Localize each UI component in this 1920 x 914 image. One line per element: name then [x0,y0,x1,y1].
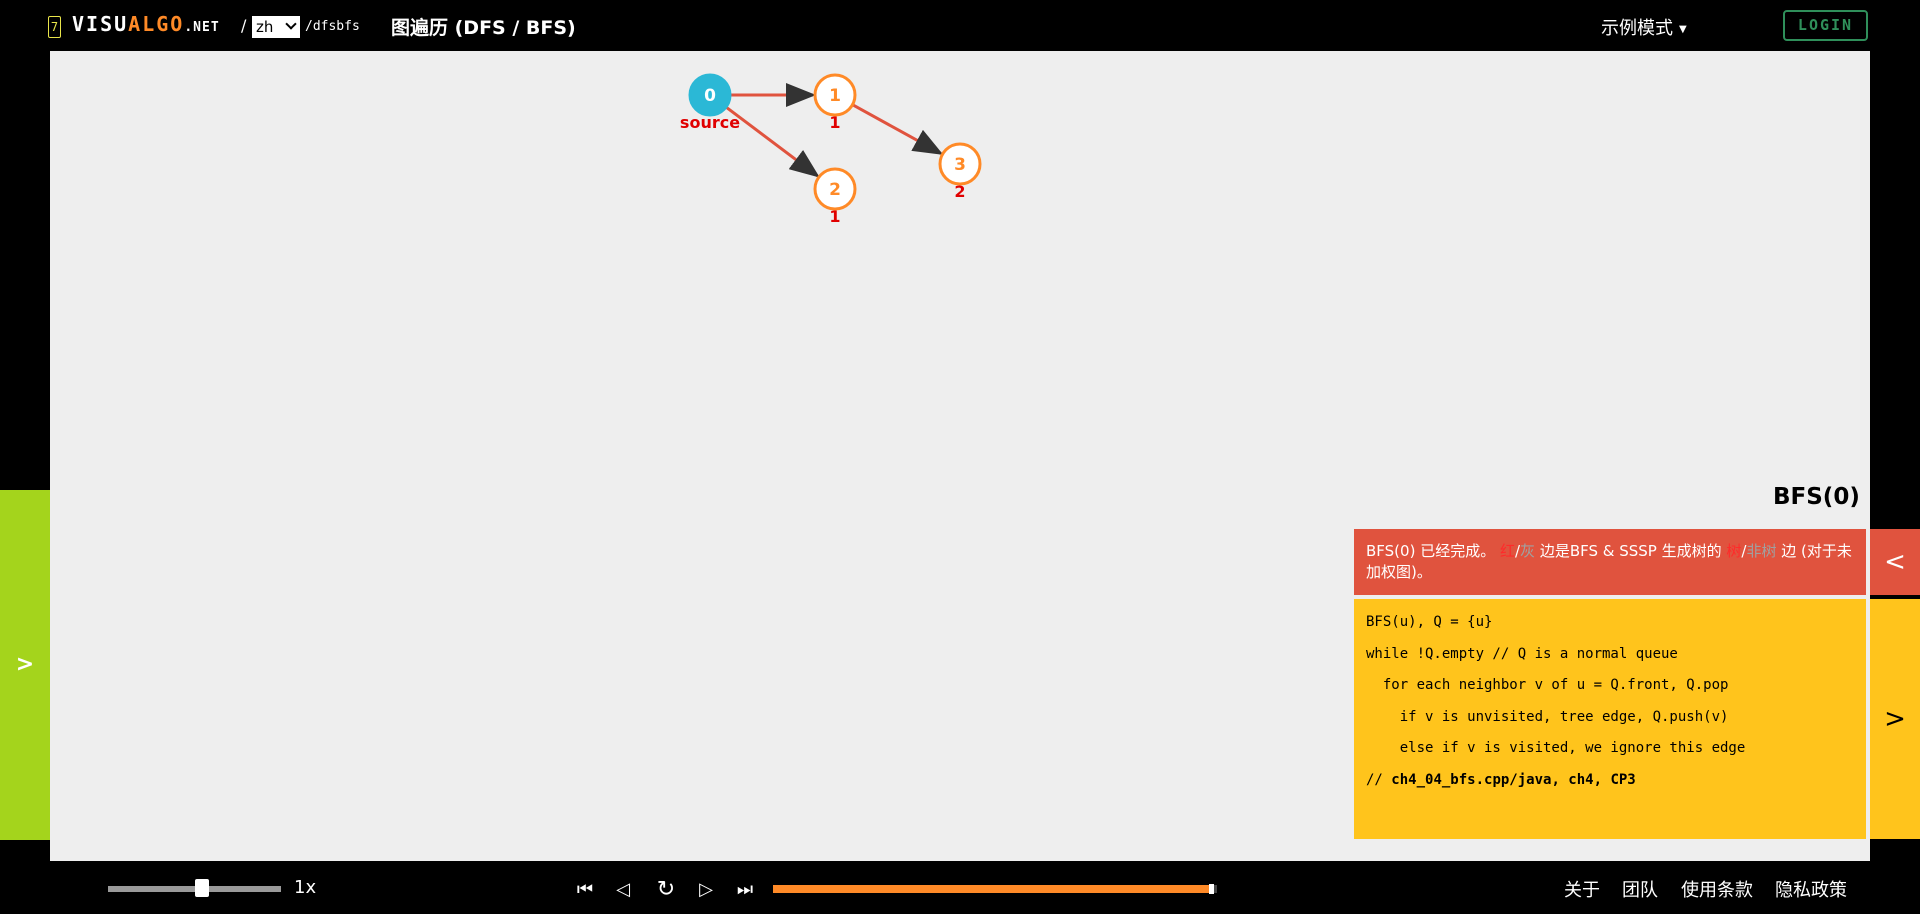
status-nontree-word: 非树 [1746,542,1777,560]
page-path: /dfsbfs [305,19,360,34]
step-backward-icon[interactable]: ◁ [614,880,632,900]
graph-node-1[interactable]: 11 [813,73,857,132]
language-select[interactable]: zh [252,16,300,38]
brand-visu: VISU [72,12,129,36]
status-title: BFS(0) [1773,484,1860,510]
code-line: if v is unvisited, tree edge, Q.push(v) [1366,708,1729,725]
code-line: for each neighbor v of u = Q.front, Q.po… [1366,677,1729,693]
graph-node-3[interactable]: 32 [938,142,982,201]
code-reference-line: // ch4_04_bfs.cpp/java, ch4, CP3 [1366,769,1854,801]
node-label: source [680,113,740,132]
code-line: else if v is visited, we ignore this edg… [1366,740,1746,756]
status-grey-word: 灰 [1520,542,1536,560]
login-button[interactable]: LOGIN [1783,10,1868,41]
go-to-beginning-icon[interactable]: ⏮ [576,880,594,900]
brand-logo[interactable]: VISUALGO.NET [72,12,220,36]
team-link[interactable]: 团队 [1622,876,1658,902]
graph-node-0[interactable]: 0 source [680,73,740,132]
mode-label: 示例模式 [1601,18,1673,39]
progress-handle[interactable] [1209,884,1214,894]
language-value: zh [256,18,274,36]
node-id-text: 3 [954,155,966,175]
graph-node-2[interactable]: 21 [813,167,857,226]
speed-label: 1x [294,877,317,898]
node-id-text: 2 [829,180,841,200]
step-forward-icon[interactable]: ▷ [697,880,715,900]
status-prev-button[interactable]: < [1870,529,1920,595]
code-ref-source: ch4_04_bfs.cpp/java, ch4, CP3 [1391,771,1636,788]
brand-net: .NET [184,20,220,35]
pseudocode-panel: BFS(u), Q = {u} while !Q.empty // Q is a… [1354,599,1866,839]
about-link[interactable]: 关于 [1564,876,1600,902]
mode-menu[interactable]: 示例模式 ▼ [1601,14,1687,40]
replay-icon[interactable]: ↻ [655,879,677,901]
status-message: BFS(0) 已经完成。 红/灰 边是BFS & SSSP 生成树的 树/非树 … [1354,529,1866,595]
go-to-end-icon[interactable]: ⏭ [736,880,754,900]
node-label: 2 [954,182,965,201]
code-ref-prefix: // [1366,771,1392,788]
terms-link[interactable]: 使用条款 [1681,876,1753,902]
node-label: 1 [829,207,840,226]
privacy-link[interactable]: 隐私政策 [1775,876,1847,902]
edge-1-3 [851,103,944,155]
speed-slider-thumb[interactable] [195,879,210,897]
node-id-text: 1 [829,86,841,106]
brand-algo: ALGO [128,12,185,36]
progress-fill [773,885,1211,893]
status-red-word: 红 [1499,542,1515,560]
top-bar: 7 VISUALGO.NET / zh /dfsbfs 图遍历 (DFS / B… [0,0,1920,51]
code-next-button[interactable]: > [1870,599,1920,839]
node-label: 1 [829,113,840,132]
code-line: BFS(u), Q = {u} [1366,614,1493,630]
page-title: 图遍历 (DFS / BFS) [391,17,576,39]
logo-badge[interactable]: 7 [48,16,61,38]
path-separator: / [241,16,247,35]
chevron-down-icon [285,18,297,30]
code-line: while !Q.empty // Q is a normal queue [1366,645,1678,662]
node-id-text: 0 [704,86,716,106]
left-panel-toggle[interactable]: > [0,490,50,840]
status-tree-word: 树 [1726,542,1742,560]
status-text-2: 边是BFS & SSSP 生成树的 [1535,542,1727,560]
caret-down-icon: ▼ [1679,23,1687,35]
status-text-1: BFS(0) 已经完成。 [1366,542,1500,560]
